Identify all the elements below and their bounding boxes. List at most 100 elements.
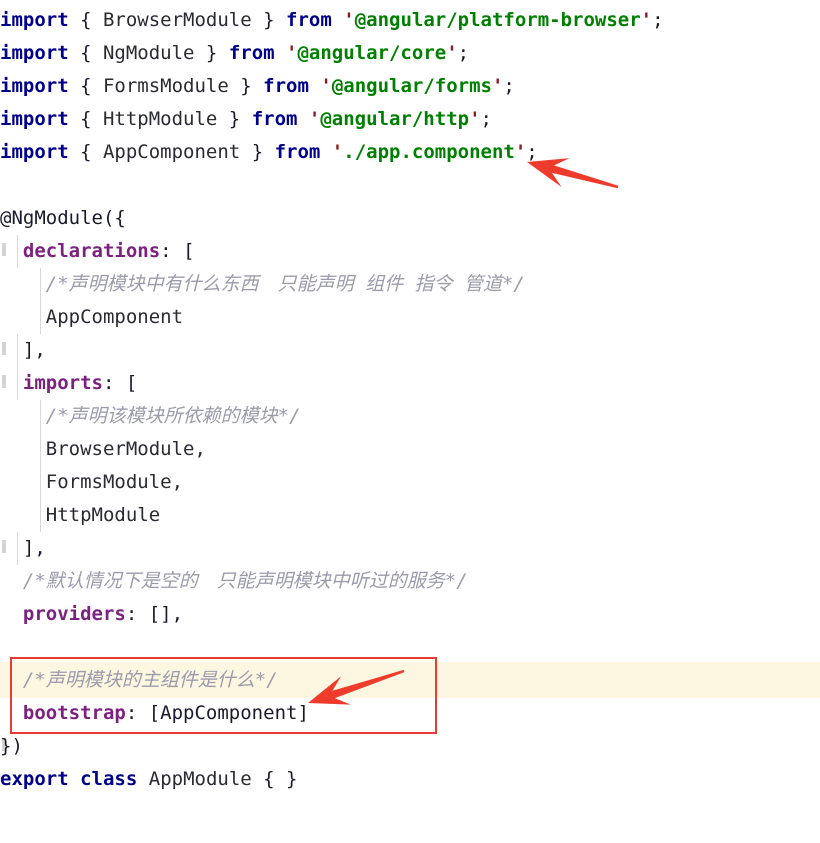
code-line[interactable]: providers: [], [0,598,820,631]
code-editor-surface[interactable]: import { BrowserModule } from '@angular/… [0,0,820,843]
code-token-punct [0,235,23,268]
code-token-ident: AppModule [148,768,252,790]
code-token-kw: import [0,42,69,64]
code-line[interactable]: import { BrowserModule } from '@angular/… [0,4,820,37]
code-token-punct: { [68,9,103,31]
code-token-ident: HttpModule [102,108,218,130]
code-token-kw: from [286,9,332,31]
code-token-kw: export [0,768,69,790]
code-line[interactable]: export class AppModule { } [0,763,820,796]
code-token-punct [332,4,343,37]
code-line[interactable]: /*声明模块中有什么东西 只能声明 组件 指令 管道*/ [0,268,820,301]
code-token-ident: FormsModule, [45,471,184,493]
code-token-prop: imports [22,372,103,394]
red-highlight-rectangle [10,657,437,734]
code-token-punct: } [217,108,252,130]
code-token-punct [309,70,320,103]
code-line[interactable]: import { NgModule } from '@angular/core'… [0,37,820,70]
code-line[interactable]: import { AppComponent } from './app.comp… [0,136,820,169]
code-token-punct: [ [183,240,195,262]
code-token-punct: { [68,108,103,130]
code-line[interactable]: ], [0,334,820,367]
code-token-ident: HttpModule [45,504,161,526]
code-token-str: @angular/forms [331,75,492,97]
code-token-kw: from [263,75,309,97]
code-token-punct [69,763,80,796]
code-token-quote: ' [331,141,344,163]
code-token-punct: : [125,603,149,625]
code-token-punct: } [240,141,275,163]
code-token-punct [0,565,23,598]
code-line[interactable]: BrowserModule, [0,433,820,466]
code-line[interactable]: }) [0,730,820,763]
code-token-punct: [ [125,372,138,394]
code-token-punct: } [228,75,264,97]
code-token-punct [0,400,46,433]
code-token-kw: import [0,108,69,130]
code-token-prop: declarations [22,240,161,262]
code-line[interactable]: import { FormsModule } from '@angular/fo… [0,70,820,103]
code-token-kw: import [0,141,69,163]
code-token-punct: { [68,75,103,97]
code-token-punct: ; [526,141,538,163]
code-token-quote: ' [308,108,321,130]
code-token-punct: : [160,240,184,262]
code-line[interactable]: declarations: [ [0,235,820,268]
code-token-quote: ' [446,42,458,64]
code-token-punct [0,532,23,565]
code-token-kw: from [228,42,275,64]
code-token-kw: from [274,141,321,163]
code-line[interactable]: HttpModule [0,499,820,532]
code-token-punct [0,499,46,532]
code-token-ident: BrowserModule [102,9,252,31]
code-token-punct [0,598,23,631]
code-token-punct: } [194,42,229,64]
code-line[interactable]: AppComponent [0,301,820,334]
code-token-punct: ], [22,339,46,361]
code-token-punct [0,433,46,466]
code-token-quote: ' [514,141,527,163]
code-token-punct [320,136,331,169]
code-token-punct [297,103,308,136]
code-token-punct [0,334,23,367]
code-token-punct: { } [251,768,298,790]
code-token-quote: ' [640,9,653,31]
code-token-ident: BrowserModule, [45,438,206,460]
code-token-punct: } [251,9,287,31]
code-token-ident: AppComponent [45,306,184,328]
code-token-punct: { [68,141,103,163]
code-token-quote: ' [491,75,504,97]
code-token-punct: ], [22,537,46,559]
code-token-str: @angular/http [320,108,470,130]
code-token-punct [0,367,23,400]
code-token-quote: ' [320,75,332,97]
code-line[interactable]: /*默认情况下是空的 只能声明模块中听过的服务*/ [0,565,820,598]
code-token-kw: import [0,75,69,97]
code-line[interactable]: import { HttpModule } from '@angular/htt… [0,103,820,136]
code-token-punct: ; [652,9,664,31]
code-token-punct: }) [0,735,23,757]
code-token-quote: ' [469,108,481,130]
code-token-prop: providers [22,603,126,625]
code-line[interactable]: imports: [ [0,367,820,400]
code-token-quote: ' [343,9,355,31]
code-token-punct [0,301,46,334]
code-token-kw: from [251,108,298,130]
code-line[interactable] [0,169,820,202]
code-line[interactable]: /*声明该模块所依赖的模块*/ [0,400,820,433]
code-line[interactable]: FormsModule, [0,466,820,499]
code-token-punct: { [68,42,103,64]
code-line[interactable]: @NgModule({ [0,202,820,235]
code-token-str: ./app.component [343,141,515,163]
code-token-kw: import [0,9,69,31]
code-token-punct: @NgModule({ [0,207,126,229]
code-token-punct [275,37,286,70]
code-token-str: @angular/platform-browser [354,9,641,31]
code-token-ident: AppComponent [102,141,241,163]
code-token-str: @angular/core [297,42,447,64]
code-token-punct: ; [503,75,515,97]
code-line[interactable]: ], [0,532,820,565]
code-token-kw: class [80,768,138,790]
code-token-ident: FormsModule [102,75,229,97]
code-token-punct [137,763,148,796]
